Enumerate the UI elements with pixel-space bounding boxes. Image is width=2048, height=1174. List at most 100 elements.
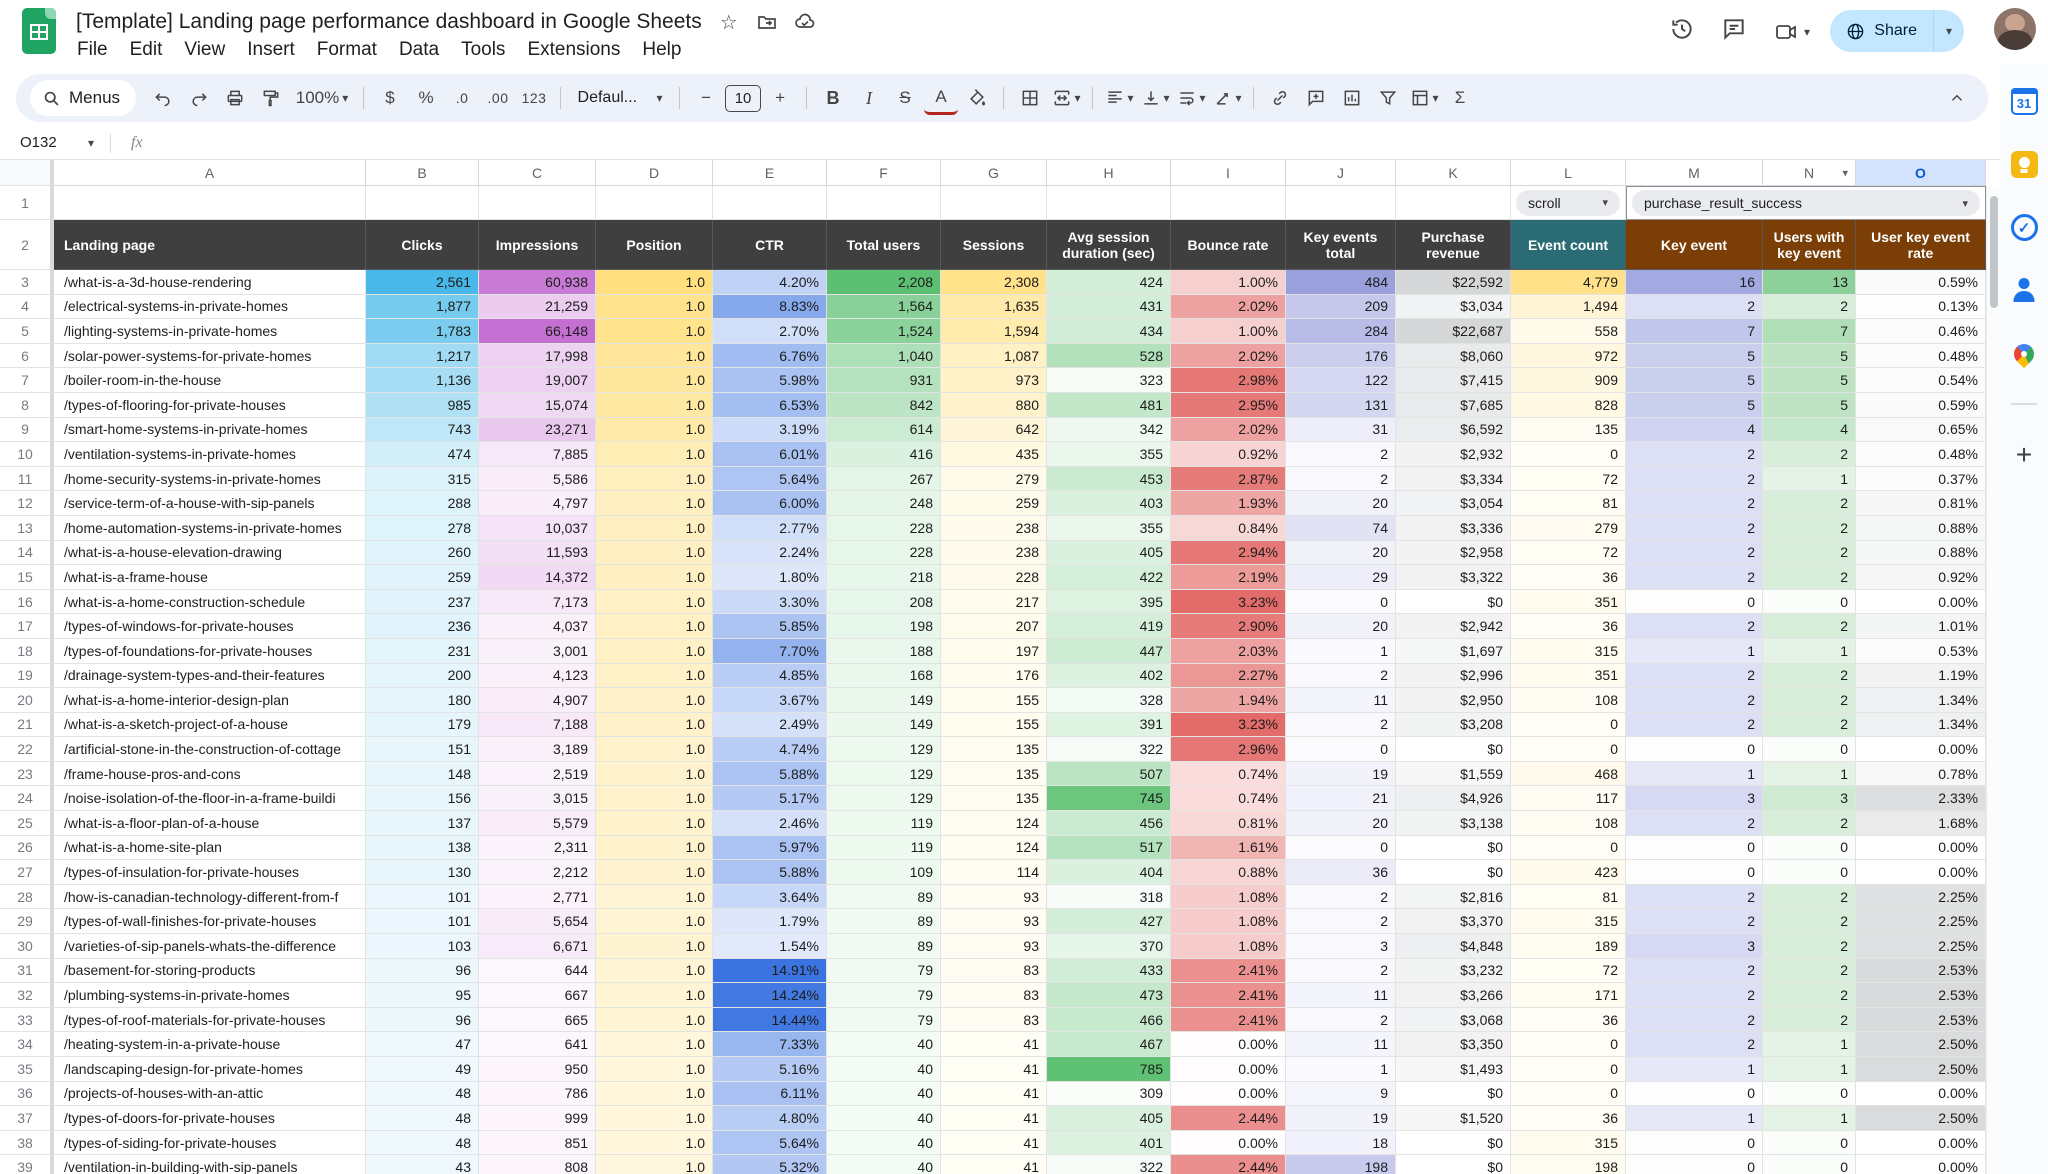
cell[interactable]: 41 <box>941 1155 1047 1174</box>
cell[interactable]: 2 <box>1626 540 1763 566</box>
cell[interactable]: 4,797 <box>479 491 596 516</box>
cell[interactable]: 842 <box>827 392 941 418</box>
cell[interactable]: 11 <box>1286 688 1396 713</box>
cell[interactable]: 135 <box>941 786 1047 812</box>
cell[interactable]: 318 <box>1047 884 1171 910</box>
cell[interactable]: 41 <box>941 1081 1047 1107</box>
cell[interactable]: 4,037 <box>479 614 596 639</box>
table-column-header[interactable]: Users with key event <box>1763 220 1856 270</box>
cell[interactable]: 155 <box>941 712 1047 738</box>
cell[interactable]: 1 <box>1763 761 1856 787</box>
cell[interactable]: 0 <box>1286 835 1396 861</box>
cell[interactable]: 507 <box>1047 761 1171 787</box>
cell[interactable]: 1.0 <box>596 565 713 590</box>
table-column-header[interactable]: Clicks <box>366 220 479 270</box>
cell[interactable]: 93 <box>941 934 1047 959</box>
cell[interactable]: $0 <box>1396 835 1511 861</box>
cell[interactable]: 129 <box>827 786 941 812</box>
row-header-19[interactable]: 19 <box>0 663 54 689</box>
cell[interactable]: 4 <box>1626 417 1763 443</box>
cell[interactable]: 1.94% <box>1171 688 1286 713</box>
column-header-K[interactable]: K <box>1396 160 1511 186</box>
cell[interactable]: /drainage-system-types-and-their-feature… <box>54 663 366 689</box>
menu-extensions[interactable]: Extensions <box>516 38 631 62</box>
cell[interactable]: 0.37% <box>1856 466 1986 492</box>
cell[interactable]: 1.0 <box>596 1007 713 1033</box>
fill-color-button[interactable] <box>960 81 994 115</box>
cell[interactable]: 0 <box>1763 835 1856 861</box>
row-header-23[interactable]: 23 <box>0 761 54 787</box>
cell[interactable]: 217 <box>941 589 1047 615</box>
cell[interactable]: 260 <box>366 540 479 566</box>
cell[interactable]: 2.25% <box>1856 884 1986 910</box>
row-header-26[interactable]: 26 <box>0 835 54 861</box>
cell[interactable]: 2.46% <box>713 811 827 836</box>
cell[interactable]: 2.77% <box>713 515 827 541</box>
cell[interactable]: 2.53% <box>1856 983 1986 1008</box>
cell[interactable]: 131 <box>1286 392 1396 418</box>
row-header-25[interactable]: 25 <box>0 811 54 836</box>
row-header-17[interactable]: 17 <box>0 614 54 639</box>
table-column-header[interactable]: Event count <box>1511 220 1626 270</box>
cell[interactable]: /projects-of-houses-with-an-attic <box>54 1081 366 1107</box>
cell[interactable]: 15,074 <box>479 392 596 418</box>
cell[interactable]: 101 <box>366 884 479 910</box>
cell[interactable]: $22,592 <box>1396 270 1511 295</box>
cell[interactable]: 2,208 <box>827 270 941 295</box>
cell[interactable]: 5.16% <box>713 1057 827 1082</box>
cell[interactable]: $3,336 <box>1396 515 1511 541</box>
cell[interactable]: 474 <box>366 442 479 467</box>
increase-decimal-button[interactable]: .00 <box>481 81 515 115</box>
cell[interactable]: 614 <box>827 417 941 443</box>
cell[interactable]: 40 <box>827 1106 941 1131</box>
cell[interactable]: 2.70% <box>713 319 827 344</box>
cell[interactable]: 435 <box>941 442 1047 467</box>
undo-button[interactable] <box>146 81 180 115</box>
cell[interactable]: 328 <box>1047 688 1171 713</box>
cell[interactable]: 2 <box>1626 515 1763 541</box>
cell[interactable]: 423 <box>1511 860 1626 885</box>
cell[interactable]: 83 <box>941 958 1047 984</box>
cell[interactable]: 0 <box>1511 737 1626 762</box>
table-column-header[interactable]: Key event <box>1626 220 1763 270</box>
cell[interactable]: 49 <box>366 1057 479 1082</box>
cell[interactable]: 83 <box>941 1007 1047 1033</box>
cell[interactable]: 48 <box>366 1130 479 1156</box>
column-header-M[interactable]: M <box>1626 160 1763 186</box>
cell[interactable]: 4.20% <box>713 270 827 295</box>
cell[interactable]: 315 <box>1511 1130 1626 1156</box>
cell[interactable]: 72 <box>1511 466 1626 492</box>
cell[interactable]: 1.93% <box>1171 491 1286 516</box>
column-header-O[interactable]: O <box>1856 160 1986 186</box>
cell[interactable]: 2.50% <box>1856 1106 1986 1131</box>
cell[interactable]: 66,148 <box>479 319 596 344</box>
cell[interactable]: 743 <box>366 417 479 443</box>
cell[interactable]: 0 <box>1763 860 1856 885</box>
column-header-N[interactable]: N ▾ <box>1763 160 1856 186</box>
cell[interactable]: 322 <box>1047 1155 1171 1174</box>
cell[interactable]: $4,848 <box>1396 934 1511 959</box>
cell[interactable]: 528 <box>1047 343 1171 369</box>
cell[interactable]: 5.64% <box>713 1130 827 1156</box>
cell[interactable]: 96 <box>366 958 479 984</box>
column-header-A[interactable]: A <box>54 160 366 186</box>
cell[interactable]: 1,217 <box>366 343 479 369</box>
cell[interactable]: 5 <box>1763 368 1856 393</box>
cell[interactable]: /what-is-a-3d-house-rendering <box>54 270 366 295</box>
cell[interactable]: 1.79% <box>713 909 827 935</box>
column-header-G[interactable]: G <box>941 160 1047 186</box>
cell[interactable]: 3.64% <box>713 884 827 910</box>
cell[interactable]: 188 <box>827 638 941 664</box>
cell[interactable]: 7 <box>1763 319 1856 344</box>
cell[interactable]: 1,635 <box>941 294 1047 320</box>
column-header-B[interactable]: B <box>366 160 479 186</box>
cell[interactable] <box>54 186 366 220</box>
cell[interactable]: 119 <box>827 811 941 836</box>
borders-button[interactable] <box>1013 81 1047 115</box>
cell[interactable]: 5.98% <box>713 368 827 393</box>
cell[interactable]: 1.0 <box>596 368 713 393</box>
cell[interactable]: 558 <box>1511 319 1626 344</box>
cell[interactable]: 41 <box>941 1130 1047 1156</box>
cell[interactable]: 137 <box>366 811 479 836</box>
cell[interactable]: 0.74% <box>1171 761 1286 787</box>
